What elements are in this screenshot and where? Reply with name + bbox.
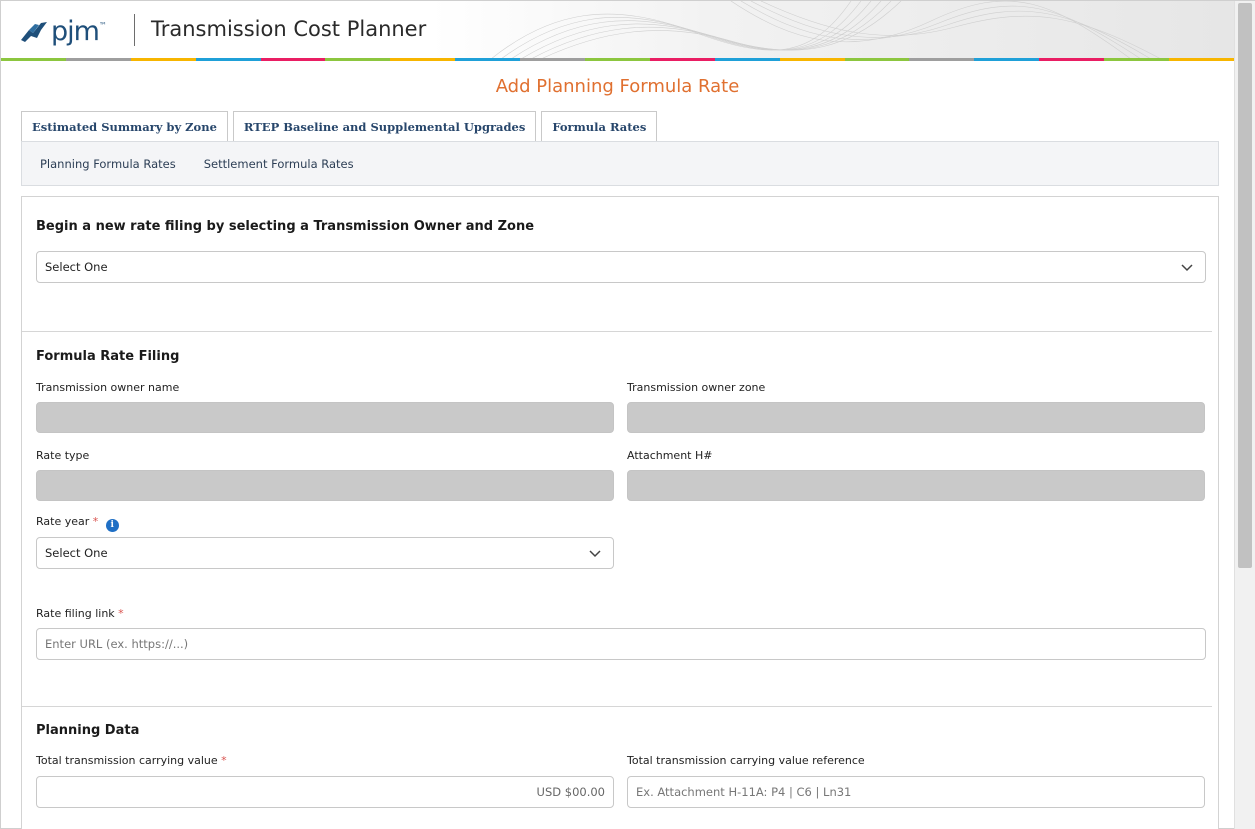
rate-year-label: Rate year * i — [36, 515, 119, 532]
carrying-value-reference-input[interactable]: Ex. Attachment H-11A: P4 | C6 | Ln31 — [627, 776, 1205, 808]
begin-filing-heading: Begin a new rate filing by selecting a T… — [36, 219, 535, 234]
app-title: Transmission Cost Planner — [151, 17, 427, 41]
rate-type-field — [36, 470, 614, 501]
brand-stripe-segment — [974, 58, 1040, 61]
required-asterisk: * — [221, 754, 227, 767]
brand-stripe-segment — [779, 58, 845, 61]
required-asterisk: * — [92, 515, 99, 528]
header-decorative-art — [431, 1, 1234, 59]
rate-filing-link-label-text: Rate filing link — [36, 607, 115, 620]
transmission-owner-name-label: Transmission owner name — [36, 381, 180, 394]
attachment-h-label: Attachment H# — [627, 449, 713, 462]
brand-stripe-segment — [455, 58, 521, 61]
carrying-value-reference-label: Total transmission carrying value refere… — [627, 754, 865, 767]
pjm-bird-icon — [21, 22, 47, 42]
pjm-logo: pjm ™ — [19, 15, 107, 49]
formula-rates-subnav: Planning Formula Rates Settlement Formul… — [21, 141, 1219, 186]
brand-stripe-segment — [195, 58, 261, 61]
carrying-value-reference-placeholder: Ex. Attachment H-11A: P4 | C6 | Ln31 — [636, 785, 852, 799]
brand-stripe-segment — [1169, 58, 1234, 61]
rate-year-select-value: Select One — [45, 546, 108, 560]
rate-filing-link-label: Rate filing link * — [36, 607, 124, 620]
required-asterisk: * — [118, 607, 124, 620]
page-title: Add Planning Formula Rate — [495, 76, 740, 97]
brand-stripe-segment — [909, 58, 975, 61]
main-tabs: Estimated Summary by Zone RTEP Baseline … — [21, 111, 662, 141]
tab-formula-rates[interactable]: Formula Rates — [541, 111, 658, 141]
brand-stripe-segment — [130, 58, 196, 61]
total-transmission-carrying-value-label: Total transmission carrying value * — [36, 754, 227, 767]
scrollbar-thumb[interactable] — [1238, 3, 1252, 568]
brand-stripe-segment — [325, 58, 391, 61]
brand-stripe-segment — [520, 58, 586, 61]
formula-rate-filing-heading: Formula Rate Filing — [36, 349, 180, 364]
subnav-settlement-formula-rates[interactable]: Settlement Formula Rates — [204, 157, 354, 171]
brand-stripe-segment — [65, 58, 131, 61]
rate-filing-link-placeholder: Enter URL (ex. https://...) — [45, 637, 189, 651]
logo-wordmark: pjm — [51, 16, 100, 47]
section-divider — [22, 706, 1212, 707]
transmission-owner-zone-field — [627, 402, 1205, 433]
brand-stripe-segment — [714, 58, 780, 61]
transmission-owner-zone-label: Transmission owner zone — [627, 381, 766, 394]
section-divider — [22, 331, 1212, 332]
rate-year-label-text: Rate year — [36, 515, 90, 528]
carrying-value-placeholder: USD $00.00 — [536, 785, 605, 799]
brand-stripe-segment — [390, 58, 456, 61]
brand-stripe-segment — [1039, 58, 1105, 61]
app-header: pjm ™ Transmission Cost Planner — [1, 1, 1234, 61]
transmission-owner-name-field — [36, 402, 614, 433]
carrying-value-label-text: Total transmission carrying value — [36, 754, 218, 767]
chevron-down-icon — [589, 550, 601, 558]
tab-estimated-summary-by-zone[interactable]: Estimated Summary by Zone — [21, 111, 228, 141]
transmission-owner-zone-select-value: Select One — [45, 260, 108, 274]
brand-color-stripe — [1, 58, 1234, 61]
transmission-owner-zone-select[interactable]: Select One — [36, 251, 1206, 283]
chevron-down-icon — [1181, 264, 1193, 272]
logo-trademark: ™ — [98, 21, 107, 30]
app-window: pjm ™ Transmission Cost Planner Add Plan… — [0, 0, 1255, 829]
brand-stripe-segment — [649, 58, 715, 61]
vertical-scrollbar[interactable] — [1234, 1, 1255, 829]
brand-stripe-segment — [844, 58, 910, 61]
tab-rtep-baseline-and-supplemental-upgrades[interactable]: RTEP Baseline and Supplemental Upgrades — [232, 111, 537, 141]
info-icon[interactable]: i — [105, 519, 119, 532]
header-divider — [134, 14, 135, 46]
rate-year-select[interactable]: Select One — [36, 537, 614, 569]
formula-rate-form: Begin a new rate filing by selecting a T… — [21, 196, 1219, 829]
total-transmission-carrying-value-input[interactable]: USD $00.00 — [36, 776, 614, 808]
rate-filing-link-input[interactable]: Enter URL (ex. https://...) — [36, 628, 1206, 660]
attachment-h-field — [627, 470, 1205, 501]
planning-data-heading: Planning Data — [36, 723, 140, 738]
subnav-planning-formula-rates[interactable]: Planning Formula Rates — [40, 157, 176, 171]
brand-stripe-segment — [1, 58, 66, 61]
rate-type-label: Rate type — [36, 449, 90, 462]
brand-stripe-segment — [1104, 58, 1170, 61]
brand-stripe-segment — [260, 58, 326, 61]
brand-stripe-segment — [585, 58, 650, 61]
